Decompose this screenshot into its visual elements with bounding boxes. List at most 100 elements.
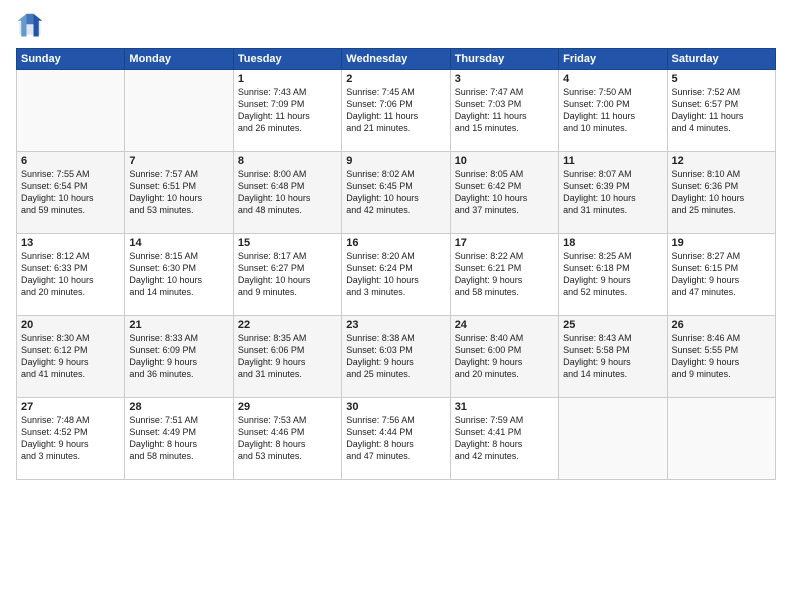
day-number: 30 xyxy=(346,401,445,413)
calendar-cell xyxy=(17,70,125,152)
calendar-cell: 16Sunrise: 8:20 AM Sunset: 6:24 PM Dayli… xyxy=(342,234,450,316)
weekday-header: Thursday xyxy=(450,49,558,70)
calendar-cell: 11Sunrise: 8:07 AM Sunset: 6:39 PM Dayli… xyxy=(559,152,667,234)
day-info: Sunrise: 8:00 AM Sunset: 6:48 PM Dayligh… xyxy=(238,168,337,217)
day-info: Sunrise: 8:43 AM Sunset: 5:58 PM Dayligh… xyxy=(563,332,662,381)
day-info: Sunrise: 7:52 AM Sunset: 6:57 PM Dayligh… xyxy=(672,86,771,135)
day-info: Sunrise: 7:45 AM Sunset: 7:06 PM Dayligh… xyxy=(346,86,445,135)
day-info: Sunrise: 8:10 AM Sunset: 6:36 PM Dayligh… xyxy=(672,168,771,217)
day-number: 21 xyxy=(129,319,228,331)
day-number: 25 xyxy=(563,319,662,331)
day-number: 31 xyxy=(455,401,554,413)
calendar-cell: 15Sunrise: 8:17 AM Sunset: 6:27 PM Dayli… xyxy=(233,234,341,316)
logo xyxy=(16,12,48,40)
page-header xyxy=(16,12,776,40)
day-info: Sunrise: 8:22 AM Sunset: 6:21 PM Dayligh… xyxy=(455,250,554,299)
day-number: 22 xyxy=(238,319,337,331)
calendar-cell: 31Sunrise: 7:59 AM Sunset: 4:41 PM Dayli… xyxy=(450,398,558,480)
day-info: Sunrise: 7:57 AM Sunset: 6:51 PM Dayligh… xyxy=(129,168,228,217)
day-number: 23 xyxy=(346,319,445,331)
calendar-cell: 28Sunrise: 7:51 AM Sunset: 4:49 PM Dayli… xyxy=(125,398,233,480)
calendar-cell: 29Sunrise: 7:53 AM Sunset: 4:46 PM Dayli… xyxy=(233,398,341,480)
day-number: 4 xyxy=(563,73,662,85)
calendar-cell: 18Sunrise: 8:25 AM Sunset: 6:18 PM Dayli… xyxy=(559,234,667,316)
day-number: 9 xyxy=(346,155,445,167)
day-number: 27 xyxy=(21,401,120,413)
calendar-body: 1Sunrise: 7:43 AM Sunset: 7:09 PM Daylig… xyxy=(17,70,776,480)
day-info: Sunrise: 7:48 AM Sunset: 4:52 PM Dayligh… xyxy=(21,414,120,463)
calendar-cell xyxy=(667,398,775,480)
calendar-cell: 2Sunrise: 7:45 AM Sunset: 7:06 PM Daylig… xyxy=(342,70,450,152)
weekday-header: Monday xyxy=(125,49,233,70)
day-info: Sunrise: 7:55 AM Sunset: 6:54 PM Dayligh… xyxy=(21,168,120,217)
day-number: 20 xyxy=(21,319,120,331)
weekday-header: Tuesday xyxy=(233,49,341,70)
day-info: Sunrise: 8:02 AM Sunset: 6:45 PM Dayligh… xyxy=(346,168,445,217)
calendar-week-row: 1Sunrise: 7:43 AM Sunset: 7:09 PM Daylig… xyxy=(17,70,776,152)
calendar-cell: 10Sunrise: 8:05 AM Sunset: 6:42 PM Dayli… xyxy=(450,152,558,234)
day-number: 24 xyxy=(455,319,554,331)
calendar-cell: 3Sunrise: 7:47 AM Sunset: 7:03 PM Daylig… xyxy=(450,70,558,152)
weekday-header: Wednesday xyxy=(342,49,450,70)
day-info: Sunrise: 8:15 AM Sunset: 6:30 PM Dayligh… xyxy=(129,250,228,299)
day-number: 10 xyxy=(455,155,554,167)
day-info: Sunrise: 8:35 AM Sunset: 6:06 PM Dayligh… xyxy=(238,332,337,381)
day-number: 8 xyxy=(238,155,337,167)
calendar-cell: 27Sunrise: 7:48 AM Sunset: 4:52 PM Dayli… xyxy=(17,398,125,480)
day-info: Sunrise: 8:30 AM Sunset: 6:12 PM Dayligh… xyxy=(21,332,120,381)
day-number: 19 xyxy=(672,237,771,249)
day-number: 2 xyxy=(346,73,445,85)
calendar-cell: 24Sunrise: 8:40 AM Sunset: 6:00 PM Dayli… xyxy=(450,316,558,398)
day-number: 28 xyxy=(129,401,228,413)
calendar-cell: 21Sunrise: 8:33 AM Sunset: 6:09 PM Dayli… xyxy=(125,316,233,398)
day-info: Sunrise: 7:51 AM Sunset: 4:49 PM Dayligh… xyxy=(129,414,228,463)
day-info: Sunrise: 7:47 AM Sunset: 7:03 PM Dayligh… xyxy=(455,86,554,135)
weekday-header: Sunday xyxy=(17,49,125,70)
calendar-cell: 9Sunrise: 8:02 AM Sunset: 6:45 PM Daylig… xyxy=(342,152,450,234)
calendar-table: SundayMondayTuesdayWednesdayThursdayFrid… xyxy=(16,48,776,480)
day-info: Sunrise: 8:33 AM Sunset: 6:09 PM Dayligh… xyxy=(129,332,228,381)
calendar-cell: 14Sunrise: 8:15 AM Sunset: 6:30 PM Dayli… xyxy=(125,234,233,316)
calendar-cell: 13Sunrise: 8:12 AM Sunset: 6:33 PM Dayli… xyxy=(17,234,125,316)
calendar-cell xyxy=(559,398,667,480)
day-info: Sunrise: 8:07 AM Sunset: 6:39 PM Dayligh… xyxy=(563,168,662,217)
day-number: 16 xyxy=(346,237,445,249)
day-number: 14 xyxy=(129,237,228,249)
calendar-week-row: 27Sunrise: 7:48 AM Sunset: 4:52 PM Dayli… xyxy=(17,398,776,480)
day-number: 3 xyxy=(455,73,554,85)
day-info: Sunrise: 7:43 AM Sunset: 7:09 PM Dayligh… xyxy=(238,86,337,135)
logo-icon xyxy=(16,12,44,40)
day-number: 17 xyxy=(455,237,554,249)
calendar-cell: 23Sunrise: 8:38 AM Sunset: 6:03 PM Dayli… xyxy=(342,316,450,398)
day-info: Sunrise: 7:53 AM Sunset: 4:46 PM Dayligh… xyxy=(238,414,337,463)
day-info: Sunrise: 8:12 AM Sunset: 6:33 PM Dayligh… xyxy=(21,250,120,299)
day-number: 29 xyxy=(238,401,337,413)
day-info: Sunrise: 7:50 AM Sunset: 7:00 PM Dayligh… xyxy=(563,86,662,135)
calendar-cell: 19Sunrise: 8:27 AM Sunset: 6:15 PM Dayli… xyxy=(667,234,775,316)
calendar-cell: 20Sunrise: 8:30 AM Sunset: 6:12 PM Dayli… xyxy=(17,316,125,398)
calendar-cell: 22Sunrise: 8:35 AM Sunset: 6:06 PM Dayli… xyxy=(233,316,341,398)
day-info: Sunrise: 8:05 AM Sunset: 6:42 PM Dayligh… xyxy=(455,168,554,217)
calendar-cell: 6Sunrise: 7:55 AM Sunset: 6:54 PM Daylig… xyxy=(17,152,125,234)
day-number: 13 xyxy=(21,237,120,249)
calendar-cell: 4Sunrise: 7:50 AM Sunset: 7:00 PM Daylig… xyxy=(559,70,667,152)
day-info: Sunrise: 8:46 AM Sunset: 5:55 PM Dayligh… xyxy=(672,332,771,381)
calendar-cell: 8Sunrise: 8:00 AM Sunset: 6:48 PM Daylig… xyxy=(233,152,341,234)
weekday-header: Friday xyxy=(559,49,667,70)
day-info: Sunrise: 8:27 AM Sunset: 6:15 PM Dayligh… xyxy=(672,250,771,299)
day-number: 11 xyxy=(563,155,662,167)
calendar-cell xyxy=(125,70,233,152)
calendar-cell: 26Sunrise: 8:46 AM Sunset: 5:55 PM Dayli… xyxy=(667,316,775,398)
calendar-cell: 30Sunrise: 7:56 AM Sunset: 4:44 PM Dayli… xyxy=(342,398,450,480)
calendar-cell: 25Sunrise: 8:43 AM Sunset: 5:58 PM Dayli… xyxy=(559,316,667,398)
day-info: Sunrise: 8:17 AM Sunset: 6:27 PM Dayligh… xyxy=(238,250,337,299)
calendar-cell: 17Sunrise: 8:22 AM Sunset: 6:21 PM Dayli… xyxy=(450,234,558,316)
calendar-cell: 1Sunrise: 7:43 AM Sunset: 7:09 PM Daylig… xyxy=(233,70,341,152)
day-info: Sunrise: 7:56 AM Sunset: 4:44 PM Dayligh… xyxy=(346,414,445,463)
day-number: 5 xyxy=(672,73,771,85)
day-number: 1 xyxy=(238,73,337,85)
calendar-cell: 5Sunrise: 7:52 AM Sunset: 6:57 PM Daylig… xyxy=(667,70,775,152)
calendar-header-row: SundayMondayTuesdayWednesdayThursdayFrid… xyxy=(17,49,776,70)
day-number: 12 xyxy=(672,155,771,167)
day-number: 26 xyxy=(672,319,771,331)
